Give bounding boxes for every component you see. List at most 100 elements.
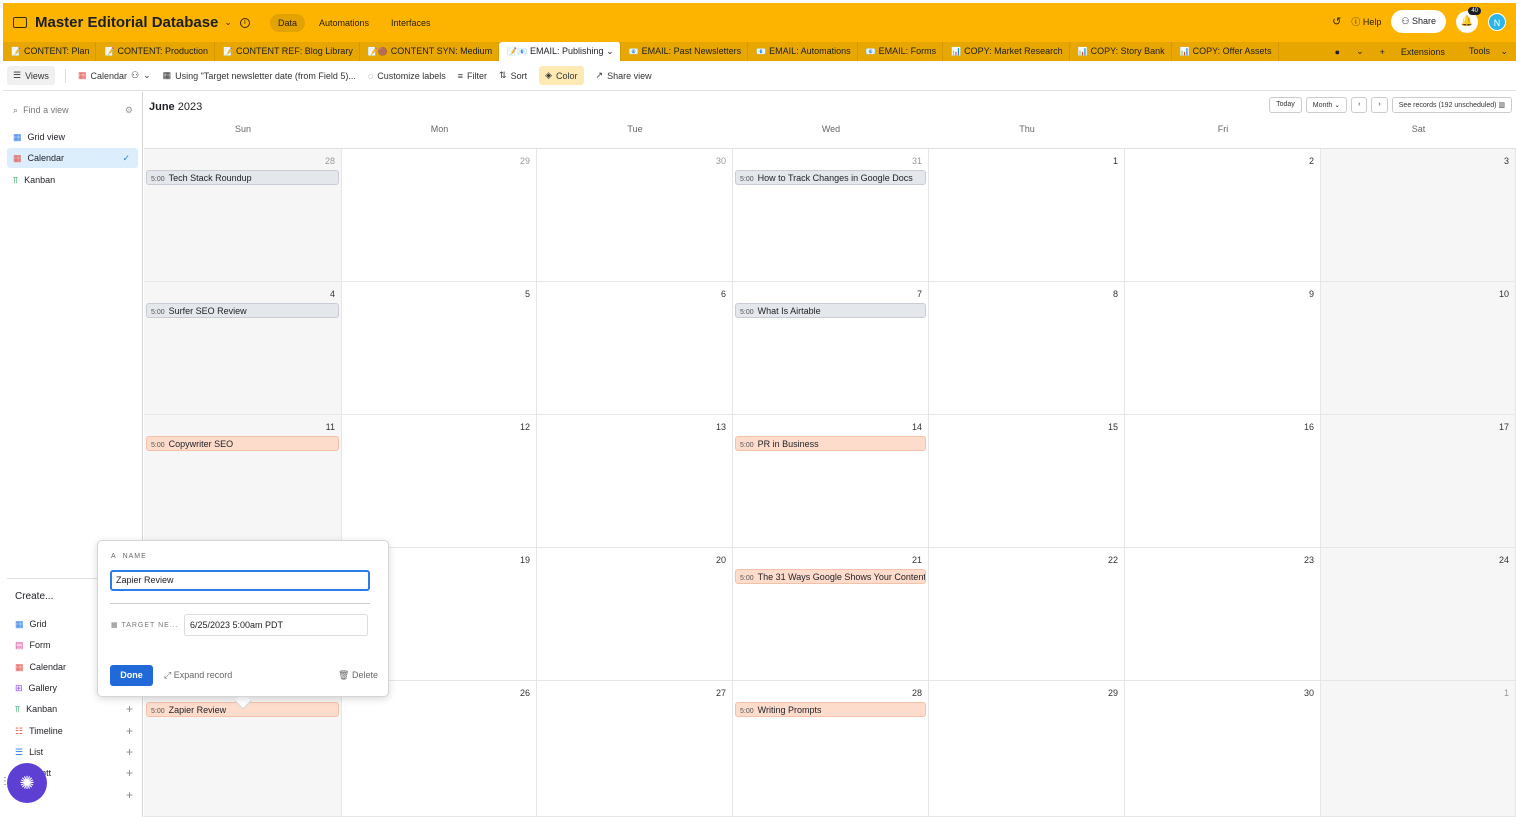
table-tab-active[interactable]: 📝📧 EMAIL: Publishing ⌄ (499, 42, 621, 61)
views-toggle-button[interactable]: ☰ Views (7, 66, 55, 85)
calendar-day-cell[interactable]: 28 5:00 Tech Stack Roundup (144, 149, 342, 282)
calendar-event[interactable]: 5:00 Surfer SEO Review (146, 303, 339, 318)
calendar-day-cell[interactable]: 11 5:00 Copywriter SEO (144, 415, 342, 548)
base-title[interactable]: Master Editorial Database (35, 14, 218, 31)
plus-icon[interactable]: + (126, 724, 133, 738)
table-tab[interactable]: 📝🟤 CONTENT SYN: Medium (360, 42, 500, 61)
calendar-day-cell[interactable]: 15 (929, 415, 1125, 548)
share-button[interactable]: ⚇ Share (1391, 10, 1446, 33)
extensions-button[interactable]: Extensions (1393, 47, 1453, 57)
plus-icon[interactable]: + (126, 788, 133, 802)
date-field-button[interactable]: ▦ Using "Target newsletter date (from Fie… (163, 70, 356, 81)
filter-button[interactable]: ≡ Filter (458, 71, 487, 81)
calendar-day-cell[interactable]: 24 (1321, 548, 1516, 681)
table-tab[interactable]: 📝 CONTENT REF: Blog Library (215, 42, 360, 61)
calendar-day-cell[interactable]: 10 (1321, 282, 1516, 415)
plus-icon[interactable]: + (126, 702, 133, 716)
calendar-day-cell[interactable]: 8 (929, 282, 1125, 415)
create-kanban[interactable]: ⫪ Kanban + (15, 702, 133, 716)
calendar-day-cell[interactable]: 27 (537, 681, 733, 817)
sidebar-item-grid-view[interactable]: ▦ Grid view (7, 127, 138, 147)
current-view-button[interactable]: ▦ Calendar ⚇ ⌄ (78, 70, 151, 81)
calendar-event[interactable]: 5:00 Tech Stack Roundup (146, 170, 339, 185)
tab-data[interactable]: Data (269, 13, 305, 32)
assistant-fab-button[interactable]: ✺ (7, 763, 47, 803)
calendar-day-cell[interactable]: 26 (342, 681, 537, 817)
sort-button[interactable]: ⇅ Sort (499, 70, 527, 81)
calendar-day-cell[interactable]: 2 (1125, 149, 1321, 282)
calendar-day-cell[interactable]: 20 (537, 548, 733, 681)
tab-automations[interactable]: Automations (311, 14, 377, 32)
table-tab[interactable]: 📊 COPY: Offer Assets (1172, 42, 1279, 61)
calendar-event[interactable]: 5:00 How to Track Changes in Google Docs (735, 170, 926, 185)
avatar[interactable]: N (1488, 12, 1506, 31)
table-tab[interactable]: 📊 COPY: Market Research (943, 42, 1070, 61)
done-button[interactable]: Done (110, 665, 153, 686)
calendar-event[interactable]: 5:00 What Is Airtable (735, 303, 926, 318)
calendar-event[interactable]: 5:00 PR in Business (735, 436, 926, 451)
gear-icon[interactable]: ⚙ (125, 105, 133, 116)
month-select[interactable]: Month ⌄ (1305, 97, 1348, 113)
color-button[interactable]: ◈ Color (539, 66, 584, 85)
calendar-event[interactable]: 5:00 Writing Prompts (735, 702, 926, 717)
calendar-day-cell[interactable]: 29 (929, 681, 1125, 817)
add-table-icon[interactable]: + (1372, 47, 1393, 57)
chevron-down-icon[interactable]: ⌄ (1348, 46, 1372, 57)
notifications-button[interactable]: 🔔 40 (1456, 6, 1481, 33)
see-records-button[interactable]: See records (192 unscheduled) ▥ (1391, 97, 1512, 113)
table-tab[interactable]: 📧 EMAIL: Automations (748, 42, 858, 61)
sidebar-item-kanban[interactable]: ⫪ Kanban (7, 170, 138, 190)
calendar-day-cell[interactable]: 9 (1125, 282, 1321, 415)
find-view-input[interactable]: ⌕ Find a view ⚙ (13, 102, 137, 118)
sidebar-item-calendar[interactable]: ▦ Calendar ✓ (7, 148, 138, 168)
create-list[interactable]: ☰ List + (15, 745, 133, 759)
more-tables-icon[interactable]: ● (1327, 47, 1348, 57)
calendar-day-cell[interactable]: 17 (1321, 415, 1516, 548)
calendar-day-cell[interactable]: 28 5:00 Writing Prompts (733, 681, 929, 817)
chevron-down-icon[interactable]: ⌄ (606, 46, 614, 56)
calendar-day-cell[interactable]: 14 5:00 PR in Business (733, 415, 929, 548)
help-link[interactable]: ⓘ Help (1351, 15, 1381, 28)
target-date-field[interactable]: 6/25/2023 5:00am PDT (184, 614, 368, 636)
delete-button[interactable]: 🗑 Delete (338, 670, 378, 681)
calendar-day-cell[interactable]: 1 (929, 149, 1125, 282)
calendar-event[interactable]: 5:00 Copywriter SEO (146, 436, 339, 451)
calendar-day-cell[interactable]: 16 (1125, 415, 1321, 548)
table-tab[interactable]: 📊 COPY: Story Bank (1070, 42, 1172, 61)
tools-button[interactable]: Tools ⌄ (1453, 46, 1516, 57)
calendar-day-cell[interactable]: 12 (342, 415, 537, 548)
today-button[interactable]: Today (1269, 97, 1302, 113)
history-icon[interactable]: ↺ (1332, 15, 1341, 28)
calendar-day-cell[interactable]: 1 (1321, 681, 1516, 817)
calendar-day-cell[interactable]: 23 (1125, 548, 1321, 681)
share-view-button[interactable]: ↗ Share view (596, 70, 652, 81)
calendar-day-cell[interactable]: 3 (1321, 149, 1516, 282)
table-tab[interactable]: 📧 EMAIL: Past Newsletters (621, 42, 749, 61)
calendar-day-cell[interactable]: 30 (537, 149, 733, 282)
calendar-day-cell[interactable]: 5 (342, 282, 537, 415)
calendar-day-cell[interactable]: 30 (1125, 681, 1321, 817)
table-tab[interactable]: 📧 EMAIL: Forms (858, 42, 944, 61)
calendar-day-cell[interactable]: 4 5:00 Surfer SEO Review (144, 282, 342, 415)
calendar-day-cell[interactable]: 6 (537, 282, 733, 415)
expand-record-button[interactable]: ⤢ Expand record (164, 670, 232, 681)
calendar-day-cell[interactable]: 31 5:00 How to Track Changes in Google Doc… (733, 149, 929, 282)
calendar-day-cell[interactable]: 13 (537, 415, 733, 548)
calendar-day-cell[interactable]: 7 5:00 What Is Airtable (733, 282, 929, 415)
table-tab[interactable]: 📝 CONTENT: Plan (3, 42, 97, 61)
calendar-day-cell[interactable]: 29 (342, 149, 537, 282)
calendar-event[interactable]: 5:00 The 31 Ways Google Shows Your Conten… (735, 569, 926, 584)
create-timeline[interactable]: ☷ Timeline + (15, 724, 133, 738)
prev-month-button[interactable]: ‹ (1351, 97, 1368, 113)
plus-icon[interactable]: + (126, 745, 133, 759)
chevron-down-icon[interactable]: ⌄ (224, 17, 232, 28)
plus-icon[interactable]: + (126, 766, 133, 780)
next-month-button[interactable]: › (1371, 97, 1388, 113)
table-tab[interactable]: 📝 CONTENT: Production (96, 42, 215, 61)
calendar-day-cell[interactable]: 21 5:00 The 31 Ways Google Shows Your Cont… (733, 548, 929, 681)
customize-labels-button[interactable]: ◌ Customize labels (368, 71, 446, 81)
tab-interfaces[interactable]: Interfaces (383, 14, 439, 32)
name-input[interactable]: Zapier Review (110, 570, 370, 591)
calendar-day-cell[interactable]: 22 (929, 548, 1125, 681)
info-icon[interactable]: i (239, 17, 250, 28)
